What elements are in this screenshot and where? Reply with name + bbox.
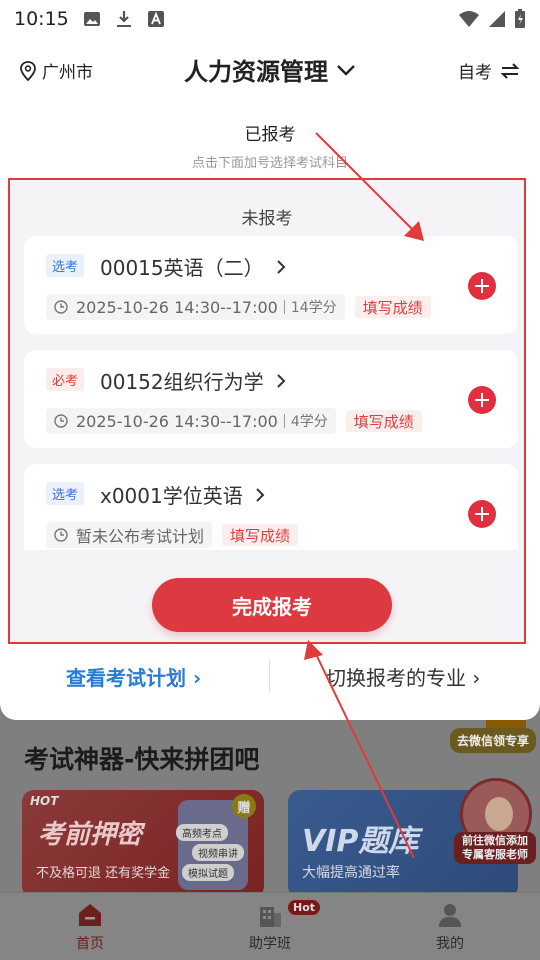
building-icon	[260, 906, 281, 927]
tab-label: 首页	[76, 935, 104, 952]
schedule-text: 暂未公布考试计划	[76, 527, 205, 546]
chevron-right-icon	[256, 487, 265, 502]
schedule-text: 2025-10-26 14:30--17:00	[76, 411, 278, 431]
banner1-tag: 高频考点	[176, 824, 228, 841]
fill-score-button[interactable]: 填写成绩	[222, 524, 299, 546]
gift-stamp: 赠	[232, 794, 256, 818]
add-course-button[interactable]	[468, 500, 496, 528]
course-card[interactable]: 选考 x0001学位英语 暂未公布考试计划 填写成绩	[24, 464, 518, 550]
advisor-face	[485, 797, 513, 831]
signal-icon	[489, 11, 505, 27]
schedule-chip: 暂未公布考试计划	[46, 522, 213, 548]
bottom-tab-bar: 首页 助学班 我的	[0, 892, 540, 960]
course-name: 00015英语（二）	[100, 256, 264, 280]
course-name-link[interactable]: x0001学位英语	[100, 480, 265, 509]
banner2-subtitle: 大幅提高通过率	[302, 865, 400, 881]
tab-home[interactable]: 首页	[0, 893, 180, 960]
location-pin-icon	[20, 60, 36, 81]
major-selector[interactable]: 人力资源管理	[184, 52, 356, 87]
clock-icon	[54, 300, 68, 314]
hot-badge: Hot	[288, 900, 321, 915]
tab-label: 助学班	[249, 935, 291, 952]
fill-score-button[interactable]: 填写成绩	[345, 410, 422, 432]
status-icons	[458, 9, 526, 29]
tab-label: 我的	[436, 935, 464, 952]
location-selector[interactable]: 广州市	[20, 58, 93, 83]
course-card[interactable]: 必考 00152组织行为学 2025-10-26 14:30--17:00 4学…	[24, 350, 518, 448]
view-exam-plan-link[interactable]: 查看考试计划 ›	[66, 662, 201, 691]
schedule-text: 2025-10-26 14:30--17:00	[76, 297, 278, 317]
registration-modal: 已报考 点击下面加号选择考试科目 未报考 选考 00015英语（二） 2025-…	[0, 102, 540, 720]
clock-icon	[54, 528, 68, 542]
registered-hint: 点击下面加号选择考试科目	[191, 156, 348, 171]
course-type-badge: 选考	[46, 254, 85, 277]
course-name: 00152组织行为学	[100, 370, 264, 394]
pre-exam-banner[interactable]: HOT 考前押密 不及格可退 还有奖学金 高频考点 视频串讲 模拟试题 赠	[22, 790, 264, 898]
modal-links: 查看考试计划 › 切换报考的专业 ›	[0, 658, 540, 694]
course-name-link[interactable]: 00152组织行为学	[100, 366, 286, 395]
location-label: 广州市	[42, 63, 93, 83]
image-icon	[83, 12, 100, 26]
clock-icon	[54, 414, 68, 428]
advisor-label[interactable]: 前往微信添加 专属客服老师	[454, 832, 536, 864]
switch-arrows-icon	[500, 62, 520, 79]
course-info: 暂未公布考试计划 填写成绩	[46, 522, 299, 548]
status-time: 10:15	[14, 8, 69, 30]
course-info: 2025-10-26 14:30--17:00 14学分 填写成绩	[46, 294, 431, 320]
user-icon	[439, 903, 461, 927]
font-icon	[147, 11, 164, 27]
add-course-button[interactable]	[468, 272, 496, 300]
home-icon	[79, 903, 101, 926]
credit-text: 4学分	[290, 414, 328, 430]
course-type-badge: 选考	[46, 482, 85, 505]
unregistered-panel: 未报考 选考 00015英语（二） 2025-10-26 14:30--17:0…	[8, 178, 526, 644]
credit-text: 14学分	[290, 300, 337, 316]
separator	[283, 300, 285, 314]
course-info: 2025-10-26 14:30--17:00 4学分 填写成绩	[46, 408, 422, 434]
app-header: 广州市 人力资源管理 自考	[0, 38, 540, 102]
chevron-right-icon	[276, 259, 286, 274]
course-type-badge: 必考	[46, 368, 85, 391]
add-course-button[interactable]	[468, 386, 496, 414]
wechat-promo-badge[interactable]: 去微信领专享	[449, 728, 536, 753]
battery-icon	[515, 9, 525, 28]
banner1-subtitle: 不及格可退 还有奖学金	[36, 866, 171, 881]
hot-label: HOT	[30, 794, 59, 808]
link-divider	[269, 660, 270, 692]
registered-title: 已报考	[244, 125, 296, 145]
exam-mode-label: 自考	[458, 63, 492, 83]
exam-mode-switch[interactable]: 自考	[458, 58, 520, 83]
fill-score-button[interactable]: 填写成绩	[354, 296, 431, 318]
course-list[interactable]: 选考 00015英语（二） 2025-10-26 14:30--17:00 14…	[10, 232, 524, 550]
status-bar: 10:15	[0, 0, 540, 38]
download-icon	[116, 11, 131, 27]
banner2-title: VIP题库	[302, 824, 419, 859]
banner1-tag: 模拟试题	[182, 864, 234, 881]
tab-study-class[interactable]: 助学班	[180, 893, 360, 960]
chevron-right-icon	[276, 373, 286, 388]
banner1-title: 考前押密	[38, 820, 143, 850]
course-name: x0001学位英语	[100, 484, 243, 508]
course-name-link[interactable]: 00015英语（二）	[100, 252, 286, 281]
switch-major-link[interactable]: 切换报考的专业 ›	[326, 662, 480, 691]
schedule-chip: 2025-10-26 14:30--17:00 14学分	[46, 294, 345, 320]
course-card[interactable]: 选考 00015英语（二） 2025-10-26 14:30--17:00 14…	[24, 236, 518, 334]
complete-registration-button[interactable]: 完成报考	[152, 578, 392, 632]
chevron-down-icon	[337, 64, 355, 76]
schedule-chip: 2025-10-26 14:30--17:00 4学分	[46, 408, 336, 434]
wifi-icon	[459, 11, 479, 27]
major-title: 人力资源管理	[184, 58, 328, 86]
separator	[283, 414, 285, 428]
tab-mine[interactable]: 我的	[360, 893, 540, 960]
group-buy-title: 考试神器-快来拼团吧	[24, 745, 260, 774]
banner1-tag: 视频串讲	[192, 844, 244, 861]
unregistered-title: 未报考	[241, 209, 293, 229]
